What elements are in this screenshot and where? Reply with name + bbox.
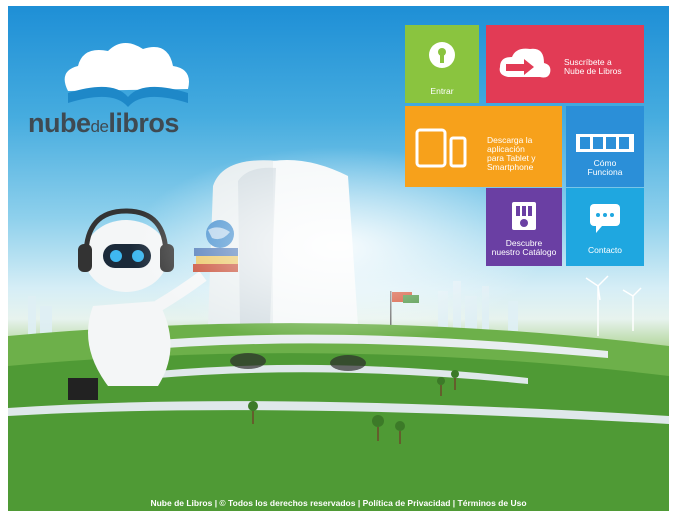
background-scene: nubedelibros Entrar Suscríbete a Nube de… (8, 6, 669, 511)
privacy-link[interactable]: Política de Privacidad (363, 498, 451, 508)
film-strip-icon (576, 134, 634, 152)
how-label: Cómo Funciona (566, 159, 644, 177)
books-shelf-icon (512, 202, 536, 230)
footer-copyright: Nube de Libros | © Todos los derechos re… (150, 498, 356, 508)
how-it-works-tile-button[interactable]: Cómo Funciona (566, 106, 644, 187)
logo-nube: nube (28, 108, 91, 138)
devices-icon (415, 128, 467, 168)
contact-label: Contacto (587, 245, 623, 255)
subscribe-label-line2: Nube de Libros (564, 66, 622, 76)
catalog-tile-button[interactable]: Descubre nuestro Catálogo (486, 188, 562, 266)
terms-link[interactable]: Términos de Uso (458, 498, 527, 508)
brand-logo-text: nubedelibros (28, 108, 179, 139)
download-label-line4: Smartphone (487, 162, 534, 172)
catalog-label-line2: nuestro Catálogo (491, 247, 557, 257)
footer-links: Nube de Libros | © Todos los derechos re… (8, 498, 669, 508)
page-frame: nubedelibros Entrar Suscríbete a Nube de… (0, 0, 675, 515)
catalog-label: Descubre nuestro Catálogo (486, 239, 562, 257)
download-label: Descarga la aplicación para Tablet y Sma… (487, 136, 536, 172)
logo-libros: libros (108, 108, 179, 138)
entrar-label: Entrar (430, 86, 454, 96)
subscribe-label: Suscríbete a Nube de Libros (564, 58, 622, 76)
entrar-tile-button[interactable]: Entrar (405, 25, 479, 103)
footer-separator: | (355, 498, 363, 508)
footer-separator-2: | (450, 498, 458, 508)
how-label-line2: Funciona (587, 167, 623, 177)
subscribe-tile-button[interactable]: Suscríbete a Nube de Libros (486, 25, 644, 103)
contact-tile-button[interactable]: Contacto (566, 188, 644, 266)
cloud-arrow-icon (499, 48, 551, 78)
chat-bubble-icon (590, 204, 620, 233)
download-app-tile-button[interactable]: Descarga la aplicación para Tablet y Sma… (405, 106, 562, 187)
logo-de: de (90, 117, 109, 136)
